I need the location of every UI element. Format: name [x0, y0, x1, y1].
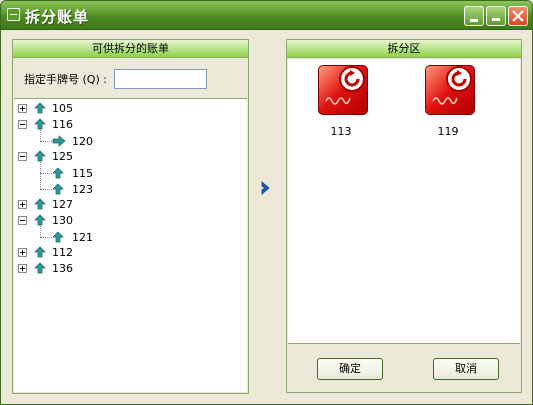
panel-header: 可供拆分的账单 [13, 40, 248, 58]
bill-icon [425, 65, 475, 115]
arrow-up-icon [52, 231, 64, 246]
tree-node-label: 112 [52, 246, 73, 259]
arrow-up-icon [52, 183, 64, 198]
arrow-up-icon [52, 167, 64, 182]
tree-node[interactable]: 116 [14, 117, 244, 133]
tree-child-node[interactable]: 123 [14, 181, 244, 197]
tree-node[interactable]: 125 [14, 149, 244, 165]
split-area: 113 119 [288, 59, 520, 344]
splittable-bills-panel: 可供拆分的账单 指定手牌号 (Q) : 105 116 120 125 115 123 12… [12, 39, 249, 394]
tree-node-label: 125 [52, 150, 73, 163]
tree-node-label: 121 [72, 231, 93, 244]
tree-connector [40, 141, 52, 142]
arrow-up-icon [34, 102, 46, 117]
expand-icon[interactable] [18, 200, 27, 209]
tree-connector [40, 162, 41, 189]
arrow-up-icon [34, 246, 46, 261]
tree-node-label: 116 [52, 118, 73, 131]
expand-icon[interactable] [18, 248, 27, 257]
arrow-up-icon [34, 262, 46, 277]
bill-icon [318, 65, 368, 115]
tree-child-node[interactable]: 120 [14, 133, 244, 149]
tree-node[interactable]: 136 [14, 261, 244, 277]
tree-node-label: 127 [52, 198, 73, 211]
split-area-panel: 拆分区 113 119 确定 取消 [286, 39, 522, 393]
bill-label: 113 [330, 125, 352, 138]
tree-node-label: 136 [52, 262, 73, 275]
tree-node-label: 123 [72, 183, 93, 196]
tree-node[interactable]: 127 [14, 197, 244, 213]
tree-node[interactable]: 130 [14, 213, 244, 229]
refresh-icon [446, 66, 472, 92]
title-bar[interactable]: 拆分账单 [1, 1, 532, 30]
refresh-icon [339, 66, 365, 92]
search-label: 指定手牌号 (Q) : [24, 73, 107, 86]
minimize-button[interactable] [464, 6, 484, 26]
arrow-right-icon [52, 135, 66, 150]
tree-node-label: 120 [72, 135, 93, 148]
system-menu-icon[interactable] [7, 8, 20, 21]
ok-button[interactable]: 确定 [317, 358, 383, 380]
tree-node-label: 105 [52, 102, 73, 115]
bill-label: 119 [437, 125, 459, 138]
collapse-icon[interactable] [18, 120, 27, 129]
tree-node-label: 130 [52, 214, 73, 227]
tree-connector [40, 130, 41, 141]
tree-connector [40, 173, 52, 174]
close-button[interactable] [508, 6, 528, 26]
split-bill-window: 拆分账单 可供拆分的账单 指定手牌号 (Q) : 105 116 120 125 115… [0, 0, 533, 405]
tag-number-input[interactable] [114, 69, 207, 89]
close-icon [512, 10, 524, 22]
tree-node-label: 115 [72, 167, 93, 180]
collapse-icon[interactable] [18, 152, 27, 161]
collapse-icon[interactable] [18, 216, 27, 225]
search-row: 指定手牌号 (Q) : [13, 68, 248, 92]
bill-tree[interactable]: 105 116 120 125 115 123 127 130 121 112 136 [14, 98, 247, 392]
tree-connector [40, 226, 41, 237]
tree-node[interactable]: 105 [14, 101, 244, 117]
expand-icon[interactable] [18, 104, 27, 113]
move-right-icon[interactable] [260, 181, 272, 198]
window-title: 拆分账单 [25, 8, 90, 26]
expand-icon[interactable] [18, 264, 27, 273]
arrow-up-icon [34, 198, 46, 213]
tree-connector [40, 189, 52, 190]
tree-connector [40, 237, 52, 238]
tree-child-node[interactable]: 115 [14, 165, 244, 181]
cancel-button[interactable]: 取消 [433, 358, 499, 380]
panel-header: 拆分区 [287, 40, 521, 58]
maximize-button[interactable] [486, 6, 506, 26]
tree-node[interactable]: 112 [14, 245, 244, 261]
tree-child-node[interactable]: 121 [14, 229, 244, 245]
